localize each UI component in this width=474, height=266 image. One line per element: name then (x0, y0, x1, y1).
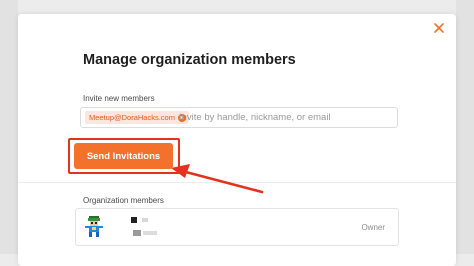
avatar (85, 216, 103, 237)
page-backdrop-right (456, 0, 474, 254)
invite-input[interactable] (179, 110, 389, 125)
send-invitations-button[interactable]: Send Invitations (74, 143, 173, 169)
member-row: Owner (75, 208, 399, 246)
invite-label: Invite new members (83, 94, 155, 103)
manage-members-modal: Manage organization members Invite new m… (18, 14, 456, 266)
close-icon (434, 23, 444, 33)
modal-title: Manage organization members (83, 52, 296, 68)
member-handle-redacted (133, 230, 141, 236)
member-role: Owner (361, 223, 385, 232)
members-label: Organization members (83, 196, 164, 205)
member-handle-redacted (143, 231, 157, 235)
close-button[interactable] (432, 21, 446, 35)
page-backdrop-left (0, 0, 18, 254)
invite-field[interactable]: Meetup@DoraHacks.com (80, 107, 398, 128)
member-name-redacted (131, 217, 137, 223)
member-name-redacted (142, 218, 148, 222)
section-divider (18, 182, 456, 183)
email-chip: Meetup@DoraHacks.com (85, 111, 189, 124)
email-chip-label: Meetup@DoraHacks.com (89, 113, 175, 122)
